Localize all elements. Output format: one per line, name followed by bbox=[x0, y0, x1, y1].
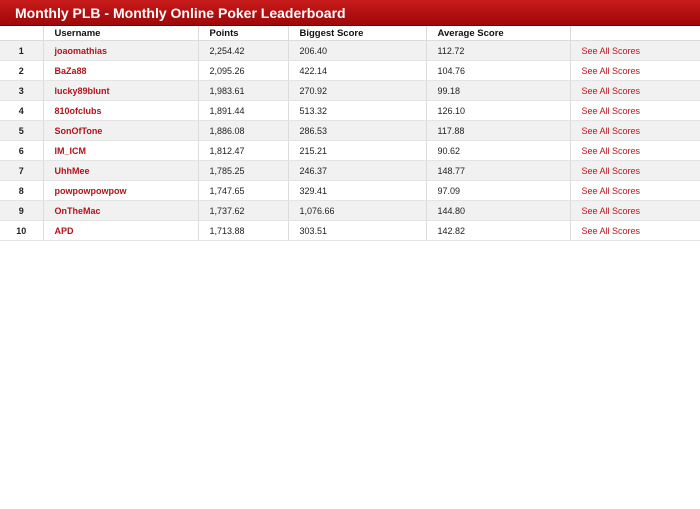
points-cell: 1,983.61 bbox=[198, 80, 289, 101]
username-link[interactable]: joaomathias bbox=[43, 40, 199, 61]
average-score-cell: 144.80 bbox=[426, 200, 571, 221]
biggest-score-column-header: Biggest Score bbox=[288, 26, 427, 41]
table-row: 6 IM_ICM 1,812.47 215.21 90.62 See All Scores bbox=[0, 140, 700, 161]
biggest-score-cell: 270.92 bbox=[288, 80, 427, 101]
see-all-scores-link[interactable]: See All Scores bbox=[582, 206, 641, 216]
average-score-cell: 104.76 bbox=[426, 60, 571, 81]
rank-cell: 1 bbox=[0, 40, 44, 61]
biggest-score-cell: 329.41 bbox=[288, 180, 427, 201]
table-row: 10 APD 1,713.88 303.51 142.82 See All Scores bbox=[0, 220, 700, 241]
average-score-cell: 97.09 bbox=[426, 180, 571, 201]
average-score-cell: 148.77 bbox=[426, 160, 571, 181]
table-row: 1 joaomathias 2,254.42 206.40 112.72 See All … bbox=[0, 40, 700, 61]
average-score-cell: 112.72 bbox=[426, 40, 571, 61]
leaderboard-table: Username Points Biggest Score Average Sc… bbox=[0, 26, 700, 241]
username-link[interactable]: UhhMee bbox=[43, 160, 199, 181]
username-link[interactable]: powpowpowpow bbox=[43, 180, 199, 201]
biggest-score-cell: 1,076.66 bbox=[288, 200, 427, 221]
points-cell: 2,095.26 bbox=[198, 60, 289, 81]
average-score-cell: 99.18 bbox=[426, 80, 571, 101]
average-score-cell: 126.10 bbox=[426, 100, 571, 121]
username-link[interactable]: 810ofclubs bbox=[43, 100, 199, 121]
username-link[interactable]: OnTheMac bbox=[43, 200, 199, 221]
points-cell: 1,891.44 bbox=[198, 100, 289, 121]
biggest-score-cell: 513.32 bbox=[288, 100, 427, 121]
points-cell: 1,886.08 bbox=[198, 120, 289, 141]
see-all-scores-cell: See All Scores bbox=[570, 80, 700, 101]
see-all-scores-cell: See All Scores bbox=[570, 100, 700, 121]
see-all-scores-link[interactable]: See All Scores bbox=[582, 226, 641, 236]
rank-cell: 4 bbox=[0, 100, 44, 121]
table-header-row: Username Points Biggest Score Average Sc… bbox=[0, 26, 700, 41]
biggest-score-cell: 246.37 bbox=[288, 160, 427, 181]
username-column-header: Username bbox=[43, 26, 199, 41]
table-row: 2 BaZa88 2,095.26 422.14 104.76 See All Score… bbox=[0, 60, 700, 81]
rank-cell: 2 bbox=[0, 60, 44, 81]
points-cell: 2,254.42 bbox=[198, 40, 289, 61]
see-all-scores-cell: See All Scores bbox=[570, 220, 700, 241]
points-cell: 1,785.25 bbox=[198, 160, 289, 181]
see-all-scores-link[interactable]: See All Scores bbox=[582, 126, 641, 136]
username-link[interactable]: SonOfTone bbox=[43, 120, 199, 141]
rank-cell: 7 bbox=[0, 160, 44, 181]
biggest-score-cell: 303.51 bbox=[288, 220, 427, 241]
rank-cell: 6 bbox=[0, 140, 44, 161]
table-row: 3 lucky89blunt 1,983.61 270.92 99.18 See All … bbox=[0, 80, 700, 101]
username-link[interactable]: lucky89blunt bbox=[43, 80, 199, 101]
username-link[interactable]: BaZa88 bbox=[43, 60, 199, 81]
biggest-score-cell: 422.14 bbox=[288, 60, 427, 81]
username-link[interactable]: IM_ICM bbox=[43, 140, 199, 161]
rank-cell: 9 bbox=[0, 200, 44, 221]
rank-cell: 5 bbox=[0, 120, 44, 141]
table-row: 9 OnTheMac 1,737.62 1,076.66 144.80 See All S… bbox=[0, 200, 700, 221]
see-all-scores-cell: See All Scores bbox=[570, 60, 700, 81]
biggest-score-cell: 215.21 bbox=[288, 140, 427, 161]
points-cell: 1,812.47 bbox=[198, 140, 289, 161]
table-row: 5 SonOfTone 1,886.08 286.53 117.88 See All Sc… bbox=[0, 120, 700, 141]
see-all-scores-link[interactable]: See All Scores bbox=[582, 106, 641, 116]
points-cell: 1,747.65 bbox=[198, 180, 289, 201]
points-column-header: Points bbox=[198, 26, 289, 41]
table-row: 8 powpowpowpow 1,747.65 329.41 97.09 See All … bbox=[0, 180, 700, 201]
leaderboard-title: Monthly PLB - Monthly Online Poker Leade… bbox=[0, 0, 700, 26]
rank-cell: 3 bbox=[0, 80, 44, 101]
leaderboard: Monthly PLB - Monthly Online Poker Leade… bbox=[0, 0, 700, 241]
see-all-scores-cell: See All Scores bbox=[570, 160, 700, 181]
see-all-scores-link[interactable]: See All Scores bbox=[582, 146, 641, 156]
actions-column-header bbox=[570, 26, 700, 41]
rank-column-header bbox=[0, 26, 44, 41]
see-all-scores-cell: See All Scores bbox=[570, 200, 700, 221]
username-link[interactable]: APD bbox=[43, 220, 199, 241]
average-score-cell: 117.88 bbox=[426, 120, 571, 141]
see-all-scores-cell: See All Scores bbox=[570, 40, 700, 61]
see-all-scores-link[interactable]: See All Scores bbox=[582, 46, 641, 56]
see-all-scores-link[interactable]: See All Scores bbox=[582, 86, 641, 96]
see-all-scores-cell: See All Scores bbox=[570, 120, 700, 141]
points-cell: 1,737.62 bbox=[198, 200, 289, 221]
see-all-scores-link[interactable]: See All Scores bbox=[582, 166, 641, 176]
see-all-scores-link[interactable]: See All Scores bbox=[582, 186, 641, 196]
table-row: 4 810ofclubs 1,891.44 513.32 126.10 See All S… bbox=[0, 100, 700, 121]
average-score-column-header: Average Score bbox=[426, 26, 571, 41]
see-all-scores-cell: See All Scores bbox=[570, 140, 700, 161]
see-all-scores-link[interactable]: See All Scores bbox=[582, 66, 641, 76]
points-cell: 1,713.88 bbox=[198, 220, 289, 241]
see-all-scores-cell: See All Scores bbox=[570, 180, 700, 201]
average-score-cell: 90.62 bbox=[426, 140, 571, 161]
rank-cell: 10 bbox=[0, 220, 44, 241]
biggest-score-cell: 286.53 bbox=[288, 120, 427, 141]
biggest-score-cell: 206.40 bbox=[288, 40, 427, 61]
average-score-cell: 142.82 bbox=[426, 220, 571, 241]
table-row: 7 UhhMee 1,785.25 246.37 148.77 See All Score… bbox=[0, 160, 700, 181]
rank-cell: 8 bbox=[0, 180, 44, 201]
